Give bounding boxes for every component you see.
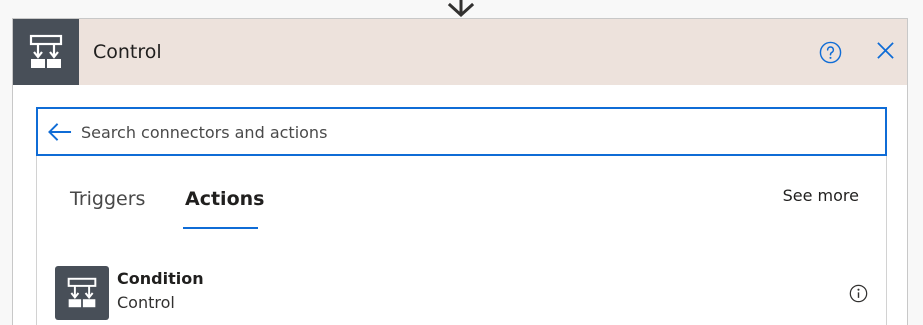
back-arrow-icon[interactable] [47, 122, 72, 142]
down-arrow-icon [447, 0, 475, 18]
search-input[interactable] [81, 121, 871, 143]
search-box [36, 107, 887, 156]
tab-actions[interactable]: Actions [185, 188, 264, 210]
control-card: Control Triggers Actions See more [12, 18, 908, 325]
selected-tab-indicator [183, 227, 258, 229]
info-icon[interactable] [849, 284, 868, 303]
action-title: Condition [117, 269, 204, 288]
card-title[interactable]: Control [93, 41, 162, 63]
control-flow-icon [13, 19, 79, 85]
control-flow-icon [55, 266, 109, 320]
action-item-condition[interactable]: Condition Control [37, 256, 886, 325]
action-connector-name: Control [117, 293, 175, 312]
results-panel: Triggers Actions See more Condition Cont… [36, 156, 887, 325]
designer-canvas: Control Triggers Actions See more [0, 0, 923, 325]
see-more-link[interactable]: See more [783, 186, 859, 205]
close-icon[interactable] [876, 41, 895, 60]
card-header[interactable]: Control [13, 19, 907, 85]
question-circle-icon[interactable] [819, 41, 842, 64]
tab-triggers[interactable]: Triggers [70, 188, 145, 210]
